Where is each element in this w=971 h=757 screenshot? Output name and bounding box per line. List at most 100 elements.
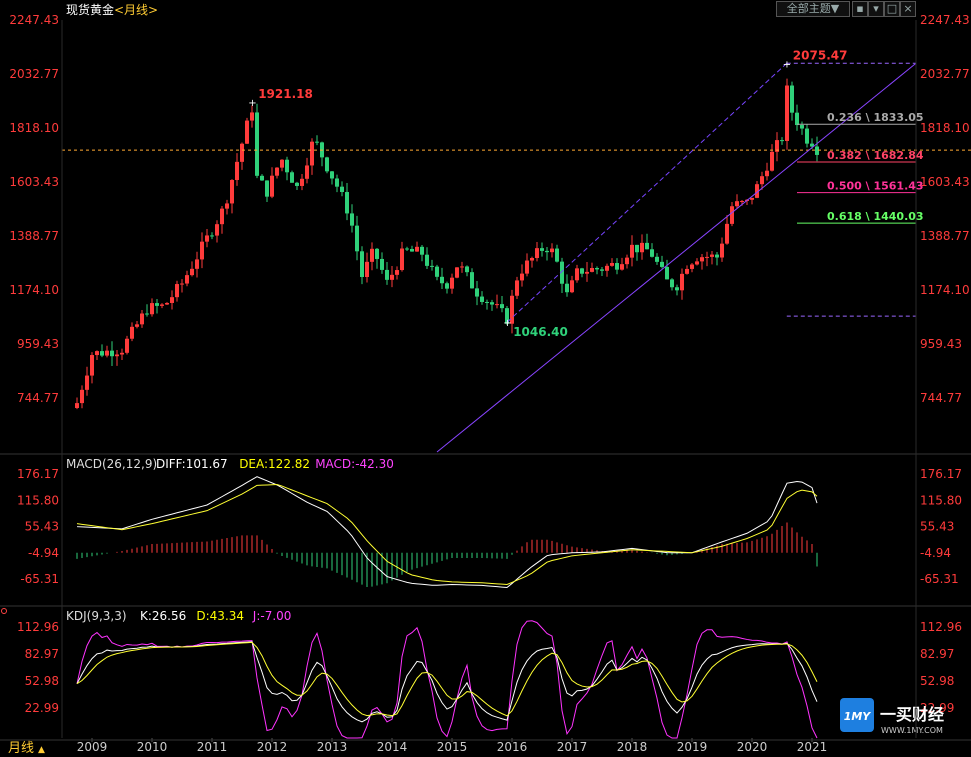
candle-body [515, 280, 519, 296]
candle-body [430, 265, 434, 267]
candle-body [750, 197, 754, 200]
candle-body [145, 313, 149, 315]
candle-body [475, 288, 479, 297]
candle-body [255, 112, 259, 176]
y-tick-label: 744.77 [920, 391, 962, 405]
candle-body [620, 264, 624, 270]
y-tick-label: 1388.77 [9, 229, 59, 243]
candle-body [420, 246, 424, 255]
candle-body [360, 251, 364, 277]
kdj-readout: D:43.34 [196, 609, 244, 623]
kdj-y-tick: 82.97 [920, 647, 954, 661]
maximize-icon[interactable]: □ [884, 1, 900, 17]
period-label[interactable]: 月线 [8, 741, 34, 756]
candle-body [330, 171, 334, 179]
x-tick-label: 2014 [377, 740, 408, 754]
candle-body [245, 120, 249, 144]
y-tick-label: 1603.43 [920, 175, 970, 189]
candle-body [565, 283, 569, 293]
y-tick-label: 1818.10 [9, 121, 59, 135]
period-arrow-icon[interactable]: ▲ [38, 745, 45, 755]
candle-body [285, 159, 289, 173]
fibonacci-levels: 0.236 \ 1833.05 0.382 \ 1682.84 0.500 \ 15… [797, 111, 924, 224]
candle-body [815, 146, 819, 155]
candle-body [100, 351, 104, 356]
candle-body [375, 248, 379, 259]
y-tick-label: 1388.77 [920, 229, 970, 243]
candle-body [120, 352, 124, 355]
d-line [76, 641, 818, 717]
x-tick-label: 2013 [317, 740, 348, 754]
theme-button[interactable]: 全部主题▼ [776, 1, 850, 17]
candle-body [570, 280, 574, 293]
candle-body [115, 354, 119, 357]
candle-body [770, 151, 774, 171]
candle-body [555, 248, 559, 262]
candle-body [635, 244, 639, 253]
candle-body [175, 284, 179, 298]
candle-body [795, 112, 799, 126]
close-icon[interactable]: × [900, 1, 916, 17]
candle-body [615, 263, 619, 270]
kdj-label: KDJ(9,3,3) [66, 609, 127, 623]
candle-body [340, 186, 344, 193]
candle-body [350, 213, 354, 226]
candle-body [605, 265, 609, 271]
macd-y-tick: -4.94 [28, 546, 59, 560]
macd-label: MACD(26,12,9) [66, 457, 157, 471]
candle-body [325, 157, 329, 172]
candle-body [450, 277, 454, 289]
anchor-cross-icon: + [503, 318, 511, 329]
candle-body [700, 257, 704, 262]
main-y-axis-right: 2247.43 2032.77 1818.10 1603.43 1388.77 1174.… [920, 13, 970, 405]
gold-monthly-chart[interactable]: 现货黄金 <月线> 2247.43 2032.77 1818.10 1603.43 13… [0, 0, 971, 757]
candle-body [240, 143, 244, 162]
candle-body [465, 266, 469, 273]
candle-body [335, 178, 339, 187]
candle-body [300, 178, 304, 186]
candle-body [435, 266, 439, 277]
minimize-icon[interactable]: ▾ [868, 1, 884, 17]
candle-body [130, 326, 134, 339]
x-tick-label: 2012 [257, 740, 288, 754]
candle-body [235, 161, 239, 181]
candle-body [660, 261, 664, 267]
candle-body [595, 268, 599, 270]
panel-marker-icon [1, 608, 7, 614]
candle-body [155, 303, 159, 306]
kdj-y-tick: 112.96 [17, 620, 59, 634]
candle-body [380, 258, 384, 270]
candle-body [735, 201, 739, 207]
x-tick-label: 2021 [797, 740, 828, 754]
candle-body [575, 268, 579, 281]
y-tick-label: 2032.77 [920, 67, 970, 81]
macd-y-tick: 115.80 [17, 493, 59, 507]
k-line [76, 641, 818, 723]
kdj-panel[interactable]: 112.96 112.9682.97 82.9752.98 52.9822.99 22.… [17, 620, 962, 739]
macd-readout: DEA:122.82 [239, 457, 310, 471]
candle-body [180, 283, 184, 285]
candle-body [205, 235, 209, 242]
candle-body [610, 263, 614, 266]
brand-url: WWW.1MY.COM [881, 726, 943, 735]
candle-body [190, 268, 194, 276]
candle-body [210, 235, 214, 237]
candle-body [270, 175, 274, 197]
y-tick-label: 1603.43 [9, 175, 59, 189]
fib-label: 0.500 \ 1561.43 [827, 180, 924, 193]
kdj-readout: J:-7.00 [252, 609, 292, 623]
candle-body [520, 273, 524, 281]
candle-body [460, 266, 464, 268]
candle-body [405, 248, 409, 250]
macd-panel[interactable]: 176.17 176.17 115.80 115.80 55.43 55.43 -4.94 -… [17, 467, 962, 589]
candle-body [785, 85, 789, 141]
brand-logo-text: 1MY [844, 710, 872, 723]
candle-body [390, 274, 394, 280]
candle-body [765, 170, 769, 177]
candle-body [650, 249, 654, 257]
candle-body [365, 261, 369, 277]
candle-body [385, 269, 389, 280]
anchor-cross-icon: + [783, 59, 791, 70]
candle-body [150, 303, 154, 315]
chart-icon[interactable]: ▪ [852, 1, 868, 17]
